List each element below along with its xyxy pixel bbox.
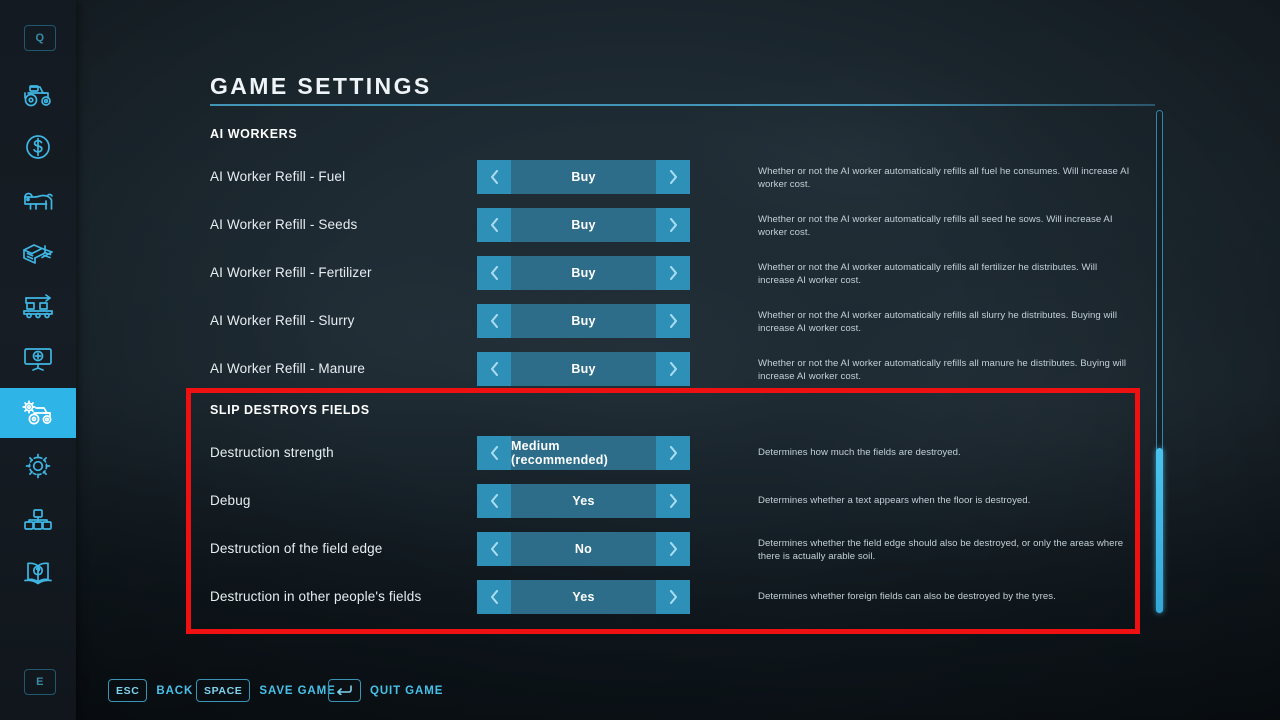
prev-arrow-icon[interactable] [477,436,511,470]
row-description-ai-refill-slurry: Whether or not the AI worker automatical… [758,310,1118,334]
dollar-coin-icon [23,132,53,162]
production-conveyor-icon [21,293,55,319]
next-arrow-icon[interactable] [656,532,690,566]
footer-hint-save-game[interactable]: SPACE SAVE GAME [196,679,336,702]
section-heading-slip-destroys-fields: SLIP DESTROYS FIELDS [210,403,370,417]
control-destruction-field-edge[interactable]: No [477,532,690,566]
footer-hint-bar: ESC BACK SPACE SAVE GAME QUIT GAME [0,666,1280,720]
row-description-ai-refill-fertilizer: Whether or not the AI worker automatical… [758,262,1098,286]
backspace-arrow-icon [336,684,353,698]
control-ai-refill-manure[interactable]: Buy [477,352,690,386]
next-arrow-icon[interactable] [656,436,690,470]
prev-arrow-icon[interactable] [477,208,511,242]
gear-icon [24,452,52,480]
row-description-destruction-other-fields: Determines whether foreign fields can al… [758,591,1056,602]
prev-arrow-icon[interactable] [477,580,511,614]
control-value-destruction-strength: Medium (recommended) [511,439,609,467]
cow-icon [20,188,56,214]
key-q-hint: Q [24,25,56,51]
control-value-ai-refill-fertilizer: Buy [571,266,596,280]
control-destruction-strength[interactable]: Medium (recommended) [477,436,690,470]
prev-arrow-icon[interactable] [477,532,511,566]
row-label-destruction-field-edge: Destruction of the field edge [210,541,383,556]
next-arrow-icon[interactable] [656,208,690,242]
key-esc: ESC [108,679,148,702]
prev-arrow-icon[interactable] [477,484,511,518]
row-label-ai-refill-seeds: AI Worker Refill - Seeds [210,217,358,232]
row-description-debug: Determines whether a text appears when t… [758,495,1031,506]
prev-arrow-icon[interactable] [477,160,511,194]
control-ai-refill-fuel[interactable]: Buy [477,160,690,194]
sidebar-item-finances[interactable] [0,122,76,172]
control-value-ai-refill-seeds: Buy [571,218,596,232]
control-value-debug: Yes [572,494,595,508]
sidebar: Q E [0,0,76,720]
control-value-destruction-other-fields: Yes [572,590,595,604]
key-q-label: Q [35,32,45,44]
row-label-debug: Debug [210,493,251,508]
footer-hint-quit-game[interactable]: QUIT GAME [328,679,443,702]
row-description-ai-refill-manure: Whether or not the AI worker automatical… [758,358,1127,382]
control-destruction-other-fields[interactable]: Yes [477,580,690,614]
presentation-screen-icon [22,346,54,372]
row-label-ai-refill-fertilizer: AI Worker Refill - Fertilizer [210,265,372,280]
key-backspace [328,679,361,702]
row-description-ai-refill-fuel: Whether or not the AI worker automatical… [758,166,1130,190]
row-description-destruction-strength: Determines how much the fields are destr… [758,447,961,458]
next-arrow-icon[interactable] [656,580,690,614]
section-heading-ai-workers: AI WORKERS [210,127,298,141]
control-value-ai-refill-fuel: Buy [571,170,596,184]
documents-icon [21,241,55,267]
footer-hint-quit-game-label: QUIT GAME [370,684,444,697]
sidebar-item-multiplayer[interactable] [0,495,76,545]
control-value-ai-refill-manure: Buy [571,362,596,376]
row-label-ai-refill-slurry: AI Worker Refill - Slurry [210,313,355,328]
row-label-destruction-strength: Destruction strength [210,445,334,460]
game-settings-screen: Q E GAME SETTINGS AI WORKERS AI Worker R… [0,0,1280,720]
row-label-ai-refill-fuel: AI Worker Refill - Fuel [210,169,346,184]
nodes-icon [23,507,53,533]
control-ai-refill-slurry[interactable]: Buy [477,304,690,338]
control-value-ai-refill-slurry: Buy [571,314,596,328]
footer-hint-back[interactable]: ESC BACK [108,679,193,702]
control-ai-refill-fertilizer[interactable]: Buy [477,256,690,290]
sidebar-item-game-settings[interactable] [0,388,76,438]
row-label-ai-refill-manure: AI Worker Refill - Manure [210,361,366,376]
row-description-destruction-field-edge: Determines whether the field edge should… [758,538,1124,562]
page-title: GAME SETTINGS [210,73,432,99]
scrollbar-thumb[interactable] [1156,448,1163,613]
tractor-icon [21,82,55,108]
prev-arrow-icon[interactable] [477,256,511,290]
tractor-gear-icon [20,399,56,427]
key-space-label: SPACE [204,684,243,697]
prev-arrow-icon[interactable] [477,304,511,338]
next-arrow-icon[interactable] [656,352,690,386]
control-ai-refill-seeds[interactable]: Buy [477,208,690,242]
sidebar-item-animals[interactable] [0,176,76,226]
row-label-destruction-other-fields: Destruction in other people's fields [210,589,422,604]
row-description-ai-refill-seeds: Whether or not the AI worker automatical… [758,214,1113,238]
sidebar-item-general-settings[interactable] [0,441,76,491]
sidebar-item-vehicles[interactable] [0,70,76,120]
sidebar-item-production[interactable] [0,281,76,331]
footer-hint-back-label: BACK [156,684,194,697]
next-arrow-icon[interactable] [656,304,690,338]
next-arrow-icon[interactable] [656,484,690,518]
prev-arrow-icon[interactable] [477,352,511,386]
key-space: SPACE [196,679,251,702]
next-arrow-icon[interactable] [656,256,690,290]
footer-hint-save-game-label: SAVE GAME [259,684,336,697]
title-divider [210,104,1155,106]
control-debug[interactable]: Yes [477,484,690,518]
sidebar-item-statistics[interactable] [0,334,76,384]
sidebar-item-help[interactable] [0,548,76,598]
sidebar-item-contracts[interactable] [0,229,76,279]
control-value-destruction-field-edge: No [574,542,593,556]
key-esc-label: ESC [116,684,140,697]
book-help-icon [22,559,54,587]
next-arrow-icon[interactable] [656,160,690,194]
